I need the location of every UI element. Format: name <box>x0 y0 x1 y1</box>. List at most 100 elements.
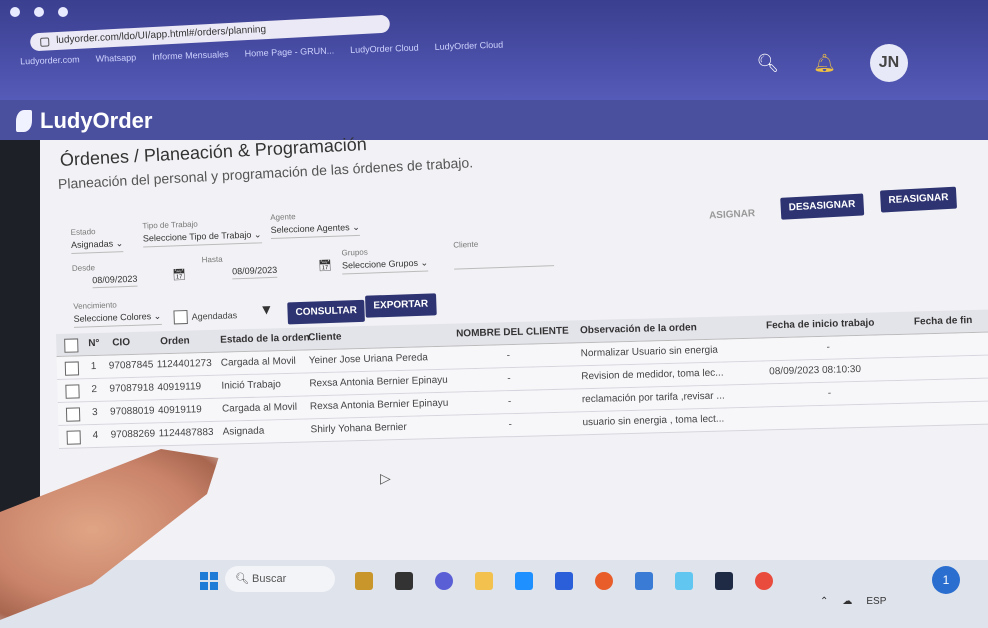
taskbar-apps <box>355 572 773 590</box>
cell-inicio: - <box>827 387 832 399</box>
agendadas-checkbox[interactable] <box>173 309 188 325</box>
start-tile <box>200 582 208 590</box>
desde-label: Desde <box>71 263 96 273</box>
hasta-input[interactable]: 08/09/2023 <box>231 264 278 280</box>
vencimiento-value: Seleccione Colores <box>73 311 152 324</box>
column-header[interactable]: CIO <box>112 337 130 348</box>
select-all-checkbox[interactable] <box>64 338 79 353</box>
cell-estado: Cargada al Movil <box>221 401 298 415</box>
lock-icon <box>40 37 50 47</box>
chat-icon[interactable] <box>435 572 453 590</box>
tab-indicator[interactable] <box>58 7 68 17</box>
cell-cio: 97087918 <box>109 382 155 395</box>
start-tile <box>200 572 208 580</box>
cell-nombre: - <box>506 350 511 362</box>
cell-cliente: Rexsa Antonia Bernier Epinayu <box>309 397 449 413</box>
vencimiento-select[interactable]: Seleccione Colores ⌄ <box>73 310 162 328</box>
row-checkbox[interactable] <box>65 384 80 399</box>
cell-observacion: Revision de medidor, toma lec... <box>581 367 724 383</box>
mouse-cursor-icon: ▷ <box>380 470 391 486</box>
cell-nombre: - <box>507 373 511 385</box>
bell-icon[interactable]: 🔔︎ <box>813 53 836 74</box>
calendar-icon[interactable]: 📅︎ <box>318 259 332 272</box>
cell-estado: Cargada al Movil <box>220 355 296 369</box>
chevron-down-icon: ⌄ <box>420 257 429 268</box>
consultar-button[interactable]: CONSULTAR <box>287 299 366 325</box>
search-icon[interactable]: 🔍︎ <box>756 53 779 74</box>
windows-start-icon[interactable] <box>200 572 218 590</box>
cell-orden: 40919119 <box>157 381 202 394</box>
app-icon[interactable] <box>675 572 693 590</box>
cell-orden: 40919119 <box>157 404 202 417</box>
column-header[interactable]: NOMBRE DEL CLIENTE <box>456 326 569 340</box>
hasta-label: Hasta <box>201 254 223 265</box>
app-icon[interactable] <box>635 572 653 590</box>
cell-observacion: reclamación por tarifa ,revisar ... <box>581 390 725 406</box>
store-icon[interactable] <box>555 572 573 590</box>
cloud-icon[interactable]: ☁︎ <box>842 596 852 607</box>
filter-icon[interactable]: ▼ <box>259 301 273 317</box>
edge-icon[interactable] <box>515 572 533 590</box>
cell-cio: 97088269 <box>110 428 156 441</box>
column-header[interactable]: Estado de la orden <box>220 332 310 345</box>
language-indicator[interactable]: ESP <box>866 596 886 607</box>
app-l-icon[interactable] <box>395 572 413 590</box>
column-header[interactable]: N° <box>88 338 100 349</box>
estado-value: Asignadas <box>70 238 114 250</box>
assign-button[interactable]: ASIGNAR <box>701 203 764 228</box>
cliente-label: Cliente <box>453 239 479 250</box>
cell-estado: Inició Trabajo <box>221 379 282 392</box>
column-header[interactable]: Observación de la orden <box>580 322 697 336</box>
column-header[interactable]: Fecha de fin <box>914 315 973 328</box>
tab-indicator[interactable] <box>10 7 20 17</box>
row-checkbox[interactable] <box>65 407 81 422</box>
cell-nombre: - <box>508 419 513 431</box>
cell-nombre: - <box>507 396 512 408</box>
firefox-icon[interactable] <box>595 572 613 590</box>
column-header[interactable]: Cliente <box>308 332 342 344</box>
briefcase-icon[interactable] <box>355 572 373 590</box>
cell-cio: 97088019 <box>109 405 155 418</box>
agente-select[interactable]: Seleccione Agentes ⌄ <box>270 221 361 240</box>
notification-badge[interactable]: 1 <box>932 566 960 594</box>
desde-input[interactable]: 08/09/2023 <box>92 273 138 289</box>
cell-inicio: - <box>826 341 831 353</box>
grupos-select[interactable]: Seleccione Grupos ⌄ <box>341 257 429 275</box>
agendadas-label: Agendadas <box>191 310 238 322</box>
avatar[interactable]: JN <box>870 44 908 82</box>
bookmark-item[interactable]: Whatsapp <box>95 52 136 63</box>
estado-label: Estado <box>70 227 96 237</box>
cell-inicio: 08/09/2023 08:10:30 <box>769 363 862 378</box>
chevron-down-icon: ⌄ <box>153 310 162 322</box>
column-header[interactable]: Orden <box>160 336 190 348</box>
vencimiento-label: Vencimiento <box>73 300 117 311</box>
chevron-down-icon: ⌄ <box>352 221 360 233</box>
bookmark-item[interactable]: Ludyorder.com <box>20 54 80 66</box>
estado-select[interactable]: Asignadas ⌄ <box>70 238 124 254</box>
start-tile <box>210 582 218 590</box>
tipo-select[interactable]: Seleccione Tipo de Trabajo ⌄ <box>142 229 262 248</box>
exportar-button[interactable]: EXPORTAR <box>365 293 437 318</box>
agente-label: Agente <box>270 212 296 223</box>
cell-cio: 97087845 <box>108 359 154 372</box>
chevron-up-icon[interactable]: ⌃ <box>820 596 828 607</box>
column-header[interactable]: Fecha de inicio trabajo <box>766 318 875 332</box>
cell-n: 2 <box>91 383 98 396</box>
cell-orden: 1124401273 <box>156 357 212 371</box>
cliente-input[interactable] <box>453 253 555 270</box>
cell-cliente: Shirly Yohana Bernier <box>310 421 407 436</box>
unassign-button[interactable]: DESASIGNAR <box>780 193 864 220</box>
dropbox-icon[interactable] <box>715 572 733 590</box>
taskbar-search[interactable]: 🔍︎ Buscar <box>225 566 335 592</box>
tab-indicator[interactable] <box>34 7 44 17</box>
chrome-icon[interactable] <box>755 572 773 590</box>
tipo-label: Tipo de Trabajo <box>142 219 198 231</box>
folder-icon[interactable] <box>475 572 493 590</box>
row-checkbox[interactable] <box>64 361 80 376</box>
header-actions: 🔍︎ 🔔︎ JN <box>756 44 908 82</box>
row-checkbox[interactable] <box>66 430 81 445</box>
calendar-icon[interactable]: 📅︎ <box>172 268 186 281</box>
reassign-button[interactable]: REASIGNAR <box>879 186 958 213</box>
taskbar-search-placeholder: Buscar <box>252 573 287 585</box>
brand[interactable]: LudyOrder <box>16 108 152 134</box>
